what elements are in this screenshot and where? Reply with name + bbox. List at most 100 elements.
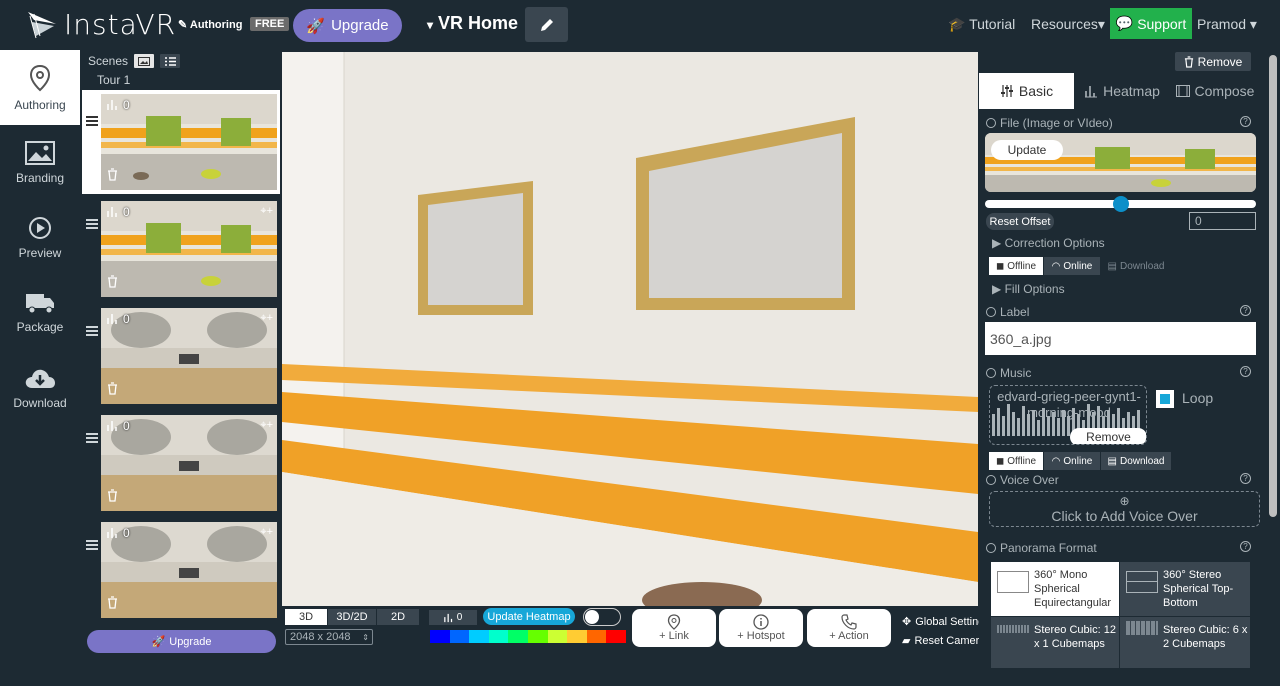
check-circle-icon	[986, 543, 996, 553]
add-location-icon[interactable]: ⌖+	[260, 419, 273, 432]
remove-scene-button[interactable]: Remove	[1175, 52, 1251, 71]
drag-handle-icon[interactable]	[86, 219, 98, 231]
bar-chart-icon	[1085, 86, 1098, 98]
list-view-icon[interactable]	[160, 54, 181, 68]
scene-thumbnail[interactable]: 0 ⌖+	[101, 201, 277, 297]
scene-item[interactable]: 0	[82, 90, 280, 194]
nav-download[interactable]: Download	[0, 350, 80, 425]
panel-scrollbar[interactable]	[1266, 50, 1280, 668]
music-download-button[interactable]: ▤ Download	[1101, 452, 1171, 470]
pano-cubic-6x2-option[interactable]: Stereo Cubic: 6 x 2 Cubemaps	[1120, 617, 1250, 668]
offset-input[interactable]: 0	[1189, 212, 1256, 230]
add-link-button[interactable]: + Link	[632, 609, 716, 647]
sidebar-upgrade-button[interactable]: 🚀 Upgrade	[87, 630, 276, 653]
scrollbar-thumb[interactable]	[1269, 55, 1277, 517]
upgrade-button[interactable]: 🚀 Upgrade	[293, 9, 402, 42]
add-hotspot-button[interactable]: + Hotspot	[719, 609, 803, 647]
mode-3d-button[interactable]: 3D	[285, 609, 327, 625]
correction-offline-button[interactable]: ◼ Offline	[989, 257, 1043, 275]
global-settings-link[interactable]: ✥ Global Settings	[902, 615, 990, 629]
label-input[interactable]: 360_a.jpg	[985, 322, 1256, 355]
pano-stereo-topbottom-option[interactable]: 360° Stereo Spherical Top-Bottom	[1120, 562, 1250, 616]
resources-dropdown[interactable]: Resources▾	[1031, 16, 1105, 33]
support-button[interactable]: 💬 Support	[1110, 8, 1192, 39]
trash-icon[interactable]	[107, 596, 118, 614]
scene-thumbnail[interactable]: 0 ⌖+	[101, 522, 277, 618]
play-icon	[29, 216, 51, 239]
slider-handle[interactable]	[1112, 196, 1129, 212]
help-icon[interactable]: ?	[1240, 366, 1251, 377]
tab-compose[interactable]: Compose	[1172, 73, 1258, 109]
scene-item[interactable]: 0 ⌖+	[82, 197, 280, 301]
drag-handle-icon[interactable]	[86, 540, 98, 552]
drag-handle-icon[interactable]	[86, 326, 98, 338]
pano-option-label: 360° Mono Spherical Equirectangular	[1034, 569, 1112, 609]
remove-music-button[interactable]: Remove	[1070, 428, 1146, 444]
pano-mono-equirect-option[interactable]: 360° Mono Spherical Equirectangular	[991, 562, 1119, 616]
mode-2d-button[interactable]: 2D	[377, 609, 419, 625]
add-location-icon[interactable]: ⌖+	[260, 205, 273, 218]
scene-item[interactable]: 0 ⌖+	[82, 411, 280, 515]
scene-item[interactable]: 0 ⌖+	[82, 304, 280, 408]
music-title: Music	[1000, 366, 1032, 380]
download-label: Download	[1119, 260, 1165, 272]
reset-camera-link[interactable]: ▰ Reset Camera	[902, 634, 985, 648]
grid-view-icon[interactable]	[134, 54, 155, 68]
reset-offset-button[interactable]: Reset Offset	[986, 213, 1054, 230]
edit-project-button[interactable]	[525, 7, 568, 42]
pano-cubic-12x1-option[interactable]: Stereo Cubic: 12 x 1 Cubemaps	[991, 617, 1119, 668]
bar-chart-icon	[107, 528, 117, 538]
user-name: Pramod	[1197, 16, 1247, 32]
nav-authoring[interactable]: Authoring	[0, 50, 80, 125]
update-heatmap-button[interactable]: Update Heatmap	[483, 608, 575, 625]
trash-icon[interactable]	[107, 275, 118, 293]
help-icon[interactable]: ?	[1240, 473, 1251, 484]
nav-package[interactable]: Package	[0, 275, 80, 350]
scene-item[interactable]: 0 ⌖+	[82, 518, 280, 622]
tutorial-link[interactable]: 🎓 Tutorial	[948, 16, 1015, 33]
authoring-text: Authoring	[189, 19, 243, 31]
stereo-pano-icon	[1126, 571, 1158, 593]
loop-checkbox[interactable]	[1156, 390, 1174, 408]
fill-options-toggle[interactable]: ▶ Fill Options	[992, 282, 1065, 296]
project-dropdown[interactable]: ▾ VR Home	[427, 13, 518, 34]
music-online-button[interactable]: ◠ Online	[1044, 452, 1100, 470]
resolution-select[interactable]: 2048 x 2048 ⇕	[285, 629, 373, 645]
drag-handle-icon[interactable]	[86, 433, 98, 445]
music-offline-button[interactable]: ◼ Offline	[989, 452, 1043, 470]
drag-handle-icon[interactable]	[86, 116, 98, 128]
mode-3d2d-button[interactable]: 3D/2D	[328, 609, 376, 625]
trash-icon[interactable]	[107, 382, 118, 400]
tab-basic[interactable]: Basic	[979, 73, 1074, 109]
tab-heatmap[interactable]: Heatmap	[1076, 73, 1168, 109]
correction-options-toggle[interactable]: ▶ Correction Options	[992, 236, 1105, 250]
add-location-icon[interactable]: ⌖+	[260, 312, 273, 325]
trash-icon[interactable]	[107, 168, 118, 186]
nav-branding[interactable]: Branding	[0, 125, 80, 200]
correction-online-button[interactable]: ◠ Online	[1044, 257, 1100, 275]
offset-slider[interactable]	[985, 196, 1256, 212]
update-file-button[interactable]: Update	[991, 140, 1063, 160]
rocket-icon: 🚀	[151, 636, 166, 648]
cubemap-strip-icon	[997, 625, 1029, 633]
trash-icon[interactable]	[107, 489, 118, 507]
panorama-viewer[interactable]	[282, 52, 978, 606]
view-count: 0	[107, 419, 130, 433]
view-count-value: 0	[123, 205, 130, 219]
help-icon[interactable]: ?	[1240, 116, 1251, 127]
scene-thumbnail[interactable]: 0 ⌖+	[101, 308, 277, 404]
help-icon[interactable]: ?	[1240, 305, 1251, 316]
heatmap-toggle[interactable]	[583, 608, 621, 626]
nav-preview[interactable]: Preview	[0, 200, 80, 275]
scene-thumbnail[interactable]: 0	[101, 94, 277, 190]
add-location-icon[interactable]: ⌖+	[260, 526, 273, 539]
add-action-button[interactable]: + Action	[807, 609, 891, 647]
user-menu[interactable]: Pramod ▾	[1197, 16, 1257, 33]
scene-thumbnail[interactable]: 0 ⌖+	[101, 415, 277, 511]
help-icon[interactable]: ?	[1240, 541, 1251, 552]
add-action-label: + Action	[829, 630, 869, 642]
add-voice-over-dropzone[interactable]: ⊕ Click to Add Voice Over	[989, 491, 1260, 527]
instavr-logo[interactable]: InstaVR	[26, 8, 176, 41]
correction-download-button[interactable]: ▤ Download	[1105, 257, 1167, 275]
truck-icon	[26, 293, 54, 313]
